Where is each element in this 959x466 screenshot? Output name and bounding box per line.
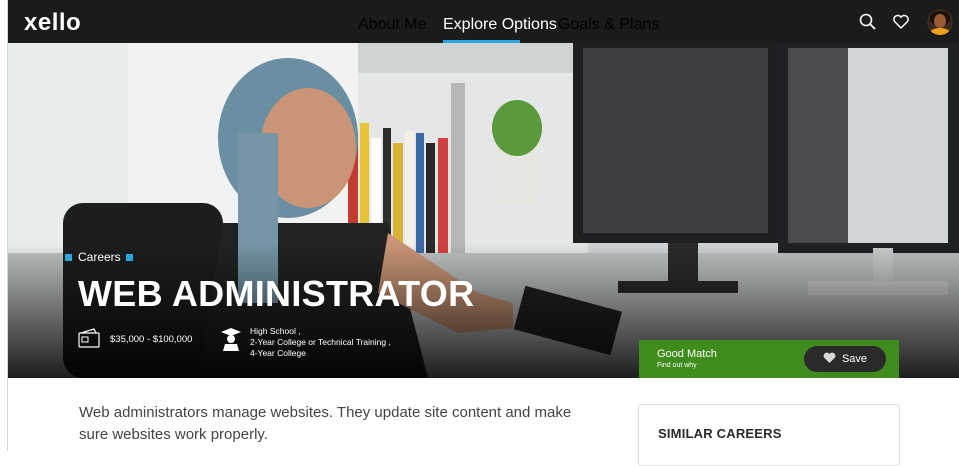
top-navigation-bar: xello About Me Explore Options Goals & P… [8, 0, 959, 43]
heart-icon[interactable] [891, 12, 911, 32]
education-level: 4-Year College [250, 348, 306, 358]
wallet-icon [78, 328, 102, 351]
salary-value: $35,000 - $100,000 [110, 334, 193, 345]
education-requirements: High School , 2-Year College or Technica… [220, 326, 391, 359]
career-title: WEB ADMINISTRATOR [78, 273, 475, 314]
career-hero-banner: Careers WEB ADMINISTRATOR $35,000 - $100… [8, 43, 959, 378]
similar-careers-heading: SIMILAR CAREERS [658, 426, 782, 441]
tag-marker-left [65, 253, 72, 261]
window-edge [0, 0, 8, 451]
career-description: Web administrators manage websites. They… [79, 404, 572, 443]
nav-goals-plans[interactable]: Goals & Plans [558, 16, 659, 34]
similar-careers-card: SIMILAR CAREERS [638, 404, 900, 466]
salary-range: $35,000 - $100,000 [78, 328, 192, 351]
find-out-why-link[interactable]: Find out why [657, 362, 697, 369]
match-panel: Good Match Find out why Save [639, 340, 899, 378]
heart-icon [823, 352, 836, 367]
education-level: High School , [250, 326, 301, 336]
category-tag[interactable]: Careers [65, 250, 133, 264]
graduation-cap-icon [220, 326, 242, 355]
avatar[interactable] [927, 9, 953, 35]
nav-explore-options[interactable]: Explore Options [443, 16, 557, 34]
save-button[interactable]: Save [804, 346, 886, 372]
education-level: 2-Year College or Technical Training , [250, 337, 391, 347]
match-rating: Good Match [657, 348, 717, 360]
tag-marker-right [125, 253, 133, 261]
nav-about-me[interactable]: About Me [358, 16, 426, 34]
save-label: Save [841, 353, 868, 365]
search-icon[interactable] [858, 12, 878, 32]
xello-logo[interactable]: xello [24, 9, 81, 37]
category-label: Careers [78, 250, 121, 264]
